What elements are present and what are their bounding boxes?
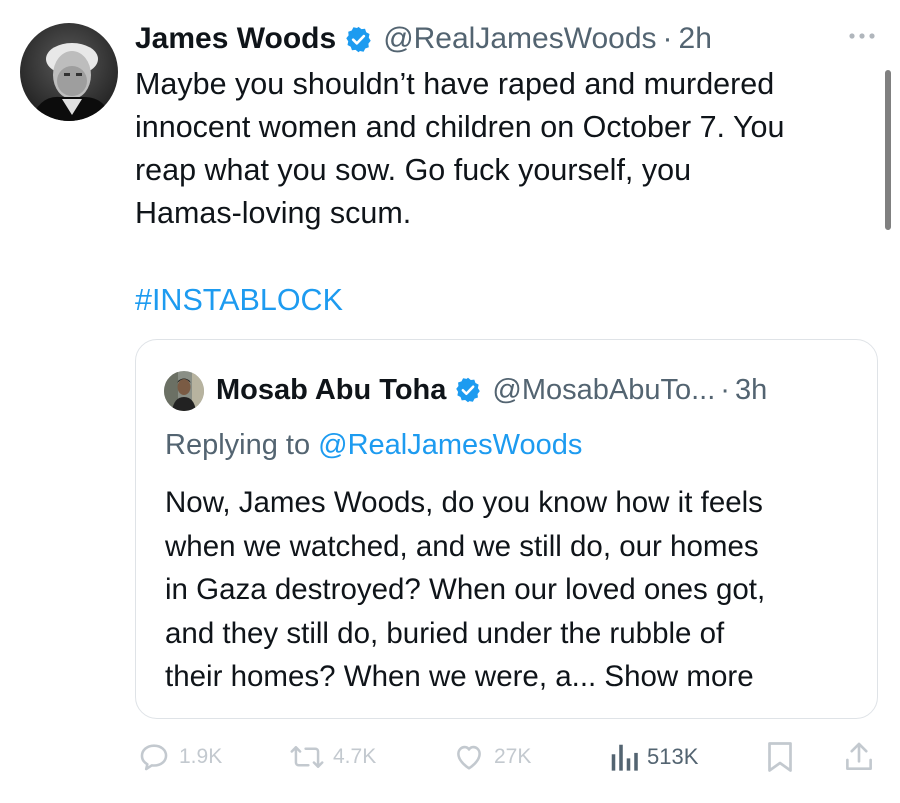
- share-button[interactable]: [843, 735, 883, 779]
- author-name[interactable]: James Woods: [135, 22, 336, 56]
- repost-icon: [290, 746, 324, 768]
- quoted-author-avatar[interactable]: [164, 371, 204, 411]
- quoted-author-handle[interactable]: @MosabAbuTo...: [492, 374, 715, 407]
- view-count: 513K: [647, 744, 699, 769]
- tweet-text-line: Maybe you shouldn’t have raped and murde…: [135, 67, 775, 101]
- tweet-header: James Woods @RealJamesWoods · 2h: [135, 18, 712, 60]
- reply-count: 1.9K: [179, 745, 223, 768]
- quoted-text-line: and they still do, buried under the rubb…: [165, 616, 725, 650]
- scrollbar[interactable]: [885, 70, 891, 230]
- quoted-text-line: their homes? When we were, a... Show mor…: [165, 660, 754, 693]
- replying-to-mention[interactable]: @RealJamesWoods: [318, 429, 582, 461]
- quoted-tweet-card[interactable]: Mosab Abu Toha @MosabAbuTo... · 3h Reply…: [135, 339, 878, 719]
- share-icon: [846, 742, 872, 770]
- quoted-author-name[interactable]: Mosab Abu Toha: [216, 374, 446, 407]
- heart-icon: [457, 745, 481, 770]
- tweet-action-bar: 1.9K 4.7K 27K 513K: [0, 735, 900, 779]
- views-chart-icon: [611, 744, 638, 771]
- tweet-time[interactable]: 2h: [679, 22, 712, 56]
- quoted-text-line: in Gaza destroyed? When our loved ones g…: [165, 573, 766, 606]
- verified-badge-icon[interactable]: [344, 25, 373, 54]
- tweet-text-line: innocent women and children on October 7…: [135, 110, 785, 144]
- reply-icon: [140, 744, 168, 771]
- replying-to-line: Replying to @RealJamesWoods: [165, 424, 582, 466]
- bookmark-button[interactable]: [765, 735, 803, 779]
- tweet-text-line: Hamas-loving scum.: [135, 196, 412, 230]
- quoted-header-separator: ·: [720, 373, 730, 406]
- quoted-tweet-header: Mosab Abu Toha @MosabAbuTo... · 3h: [216, 368, 767, 412]
- reply-button[interactable]: 1.9K: [137, 735, 222, 779]
- repost-count: 4.7K: [333, 745, 377, 768]
- verified-badge-icon[interactable]: [454, 376, 482, 404]
- quoted-tweet-time[interactable]: 3h: [735, 374, 767, 407]
- author-avatar[interactable]: [20, 23, 118, 121]
- header-separator: ·: [662, 22, 673, 55]
- tweet-text: Maybe you shouldn’t have raped and murde…: [135, 63, 865, 235]
- hashtag-link[interactable]: #INSTABLOCK: [135, 279, 343, 322]
- like-button[interactable]: 27K: [452, 735, 531, 779]
- bookmark-icon: [768, 742, 792, 772]
- quoted-text-line: Now, James Woods, do you know how it fee…: [165, 486, 763, 519]
- replying-to-prefix: Replying to: [165, 429, 311, 461]
- author-handle[interactable]: @RealJamesWoods: [383, 22, 656, 56]
- quoted-text-line: when we watched, and we still do, our ho…: [165, 529, 759, 563]
- like-count: 27K: [494, 745, 532, 768]
- views-button[interactable]: 513K: [609, 735, 698, 779]
- quoted-tweet-text: Now, James Woods, do you know how it fee…: [165, 481, 865, 699]
- repost-button[interactable]: 4.7K: [289, 735, 376, 779]
- tweet-text-line: reap what you sow. Go fuck yourself, you: [135, 153, 692, 187]
- more-horizontal-icon[interactable]: [845, 26, 879, 46]
